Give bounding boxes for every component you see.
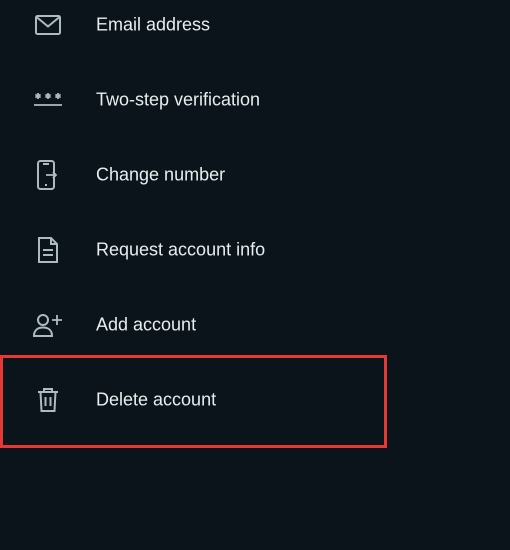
menu-item-label: Request account info [96,239,266,259]
password-dots-icon [30,82,66,118]
menu-item-label: Delete account [96,389,217,409]
trash-icon [30,382,66,418]
menu-item-two-step-verification[interactable]: Two-step verification [0,62,510,137]
menu-item-request-account-info[interactable]: Request account info [0,212,510,287]
menu-item-label: Change number [96,164,226,184]
document-icon [30,232,66,268]
add-person-icon [30,307,66,343]
mail-icon [30,7,66,43]
menu-item-add-account[interactable]: Add account [0,287,510,362]
menu-item-delete-account[interactable]: Delete account [0,362,510,437]
menu-item-label: Add account [96,314,197,334]
menu-item-change-number[interactable]: Change number [0,137,510,212]
phone-change-icon [30,157,66,193]
menu-item-email-address[interactable]: Email address [0,0,510,62]
menu-item-label: Two-step verification [96,89,261,109]
menu-item-label: Email address [96,14,211,34]
